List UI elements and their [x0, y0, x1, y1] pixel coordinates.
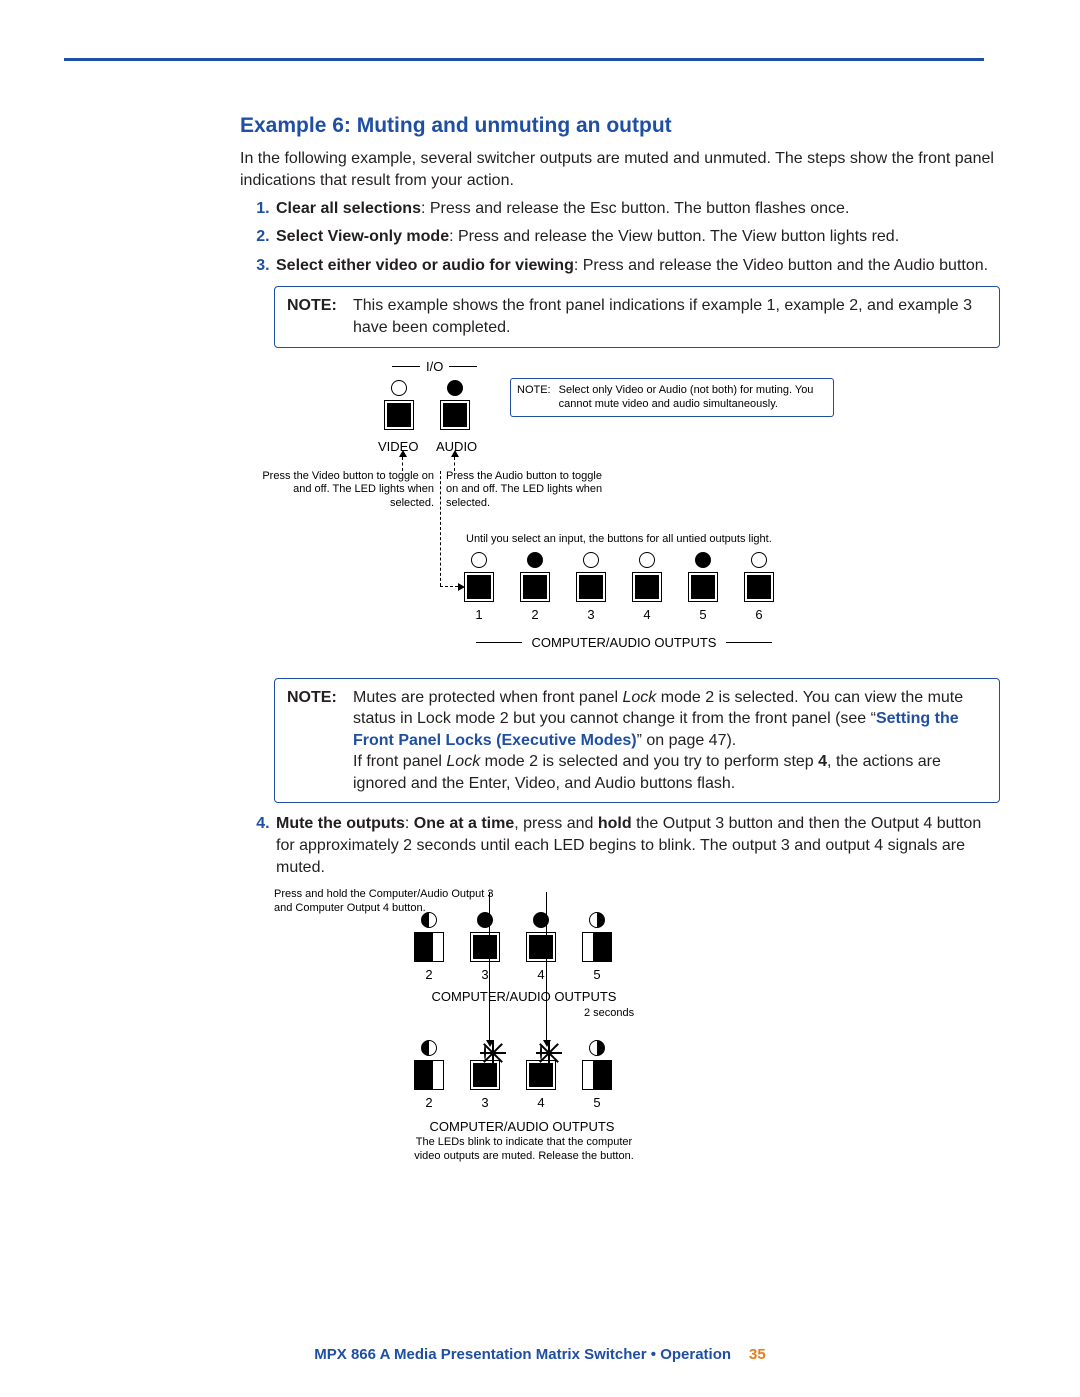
d2-outputs-label-1: COMPUTER/AUDIO OUTPUTS: [432, 989, 617, 1004]
d2-out-5b: 5: [582, 1040, 612, 1112]
output-3: 3: [576, 552, 606, 624]
diagram-1: I/O VIDEO AUDIO Press the Video button t…: [274, 358, 1000, 668]
two-seconds-label: 2 seconds: [584, 1006, 634, 1021]
audio-button: [440, 380, 470, 430]
note-body-2: Mutes are protected when front panel Loc…: [353, 687, 987, 795]
untied-caption: Until you select an input, the buttons f…: [466, 532, 772, 547]
video-caption: Press the Video button to toggle on and …: [254, 470, 434, 511]
note-box-1: NOTE: This example shows the front panel…: [274, 286, 1000, 347]
step-1: Clear all selections: Press and release …: [274, 198, 1000, 220]
step-2: Select View-only mode: Press and release…: [274, 226, 1000, 248]
d2-out-3b: 3: [470, 1044, 500, 1112]
top-rule: [64, 58, 984, 61]
output-6: 6: [744, 552, 774, 624]
outputs-label: COMPUTER/AUDIO OUTPUTS: [526, 635, 723, 650]
steps-list: Clear all selections: Press and release …: [240, 198, 1000, 277]
blink-caption: The LEDs blink to indicate that the comp…: [414, 1136, 634, 1164]
audio-caption: Press the Audio button to toggle on and …: [446, 470, 616, 511]
d2-out-4a: 4: [526, 912, 556, 984]
note-box-2: NOTE: Mutes are protected when front pan…: [274, 678, 1000, 804]
output-5: 5: [688, 552, 718, 624]
d2-out-4b: 4: [526, 1044, 556, 1112]
page-footer: MPX 866 A Media Presentation Matrix Swit…: [0, 1345, 1080, 1365]
note-label: NOTE:: [287, 295, 339, 338]
note-body: This example shows the front panel indic…: [353, 295, 987, 338]
output-1: 1: [464, 552, 494, 624]
intro-paragraph: In the following example, several switch…: [240, 148, 1000, 191]
io-label: I/O: [426, 358, 443, 376]
steps-list-2: Mute the outputs: One at a time, press a…: [240, 813, 1000, 878]
output-4: 4: [632, 552, 662, 624]
output-2: 2: [520, 552, 550, 624]
d2-out-2b: 2: [414, 1040, 444, 1112]
arrow-down-2: [546, 892, 547, 1040]
content-area: Example 6: Muting and unmuting an output…: [240, 112, 1000, 1206]
d2-out-3a: 3: [470, 912, 500, 984]
note-label-2: NOTE:: [287, 687, 339, 795]
d2-out-5a: 5: [582, 912, 612, 984]
section-heading: Example 6: Muting and unmuting an output: [240, 112, 1000, 140]
diagram-note-box: NOTE: Select only Video or Audio (not bo…: [510, 378, 834, 418]
video-button: [384, 380, 414, 430]
arrow-down-1: [489, 892, 490, 1040]
step-3: Select either video or audio for viewing…: [274, 255, 1000, 277]
d2-out-2a: 2: [414, 912, 444, 984]
step-4: Mute the outputs: One at a time, press a…: [274, 813, 1000, 878]
d2-outputs-label-2: COMPUTER/AUDIO OUTPUTS: [430, 1119, 615, 1134]
diagram-2: Press and hold the Computer/Audio Output…: [274, 888, 1000, 1198]
